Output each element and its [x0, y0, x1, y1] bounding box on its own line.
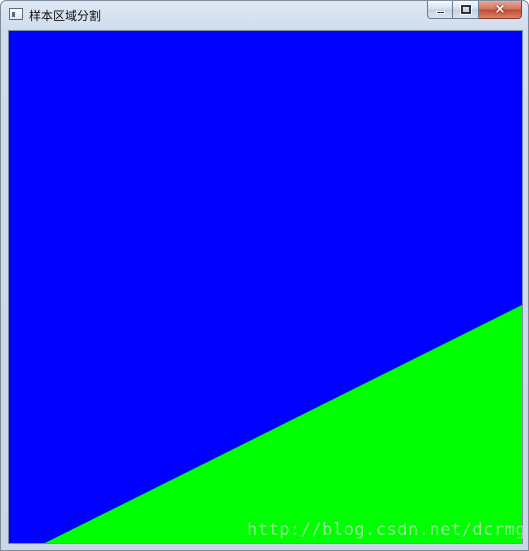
title-bar[interactable]: 样本区域分割 × [1, 1, 528, 30]
minimize-button[interactable] [427, 1, 453, 19]
maximize-button[interactable] [453, 1, 479, 19]
app-window: 样本区域分割 × http://blog.csdn.net/dcrmg [0, 0, 529, 551]
caption-buttons: × [427, 1, 522, 21]
watermark-text: http://blog.csdn.net/dcrmg [247, 520, 527, 540]
close-button[interactable]: × [479, 1, 522, 19]
window-title: 样本区域分割 [29, 9, 102, 23]
app-window-icon[interactable] [9, 8, 23, 20]
minimize-icon [436, 11, 445, 14]
segmentation-canvas [9, 31, 522, 543]
close-icon: × [494, 2, 506, 17]
image-display-area [8, 30, 523, 544]
maximize-icon [460, 4, 472, 15]
